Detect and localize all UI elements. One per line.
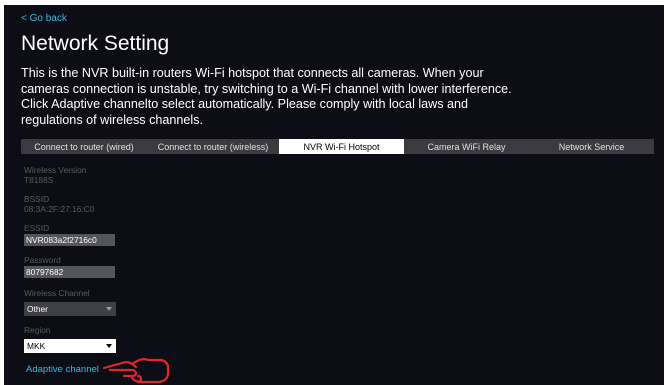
wireless-version-label: Wireless Version: [24, 165, 87, 175]
go-back-link[interactable]: < Go back: [21, 13, 67, 24]
chevron-down-icon: [106, 344, 112, 348]
tab-connect-wired[interactable]: Connect to router (wired): [21, 139, 147, 154]
network-setting-screen: < Go back Network Setting This is the NV…: [4, 5, 664, 385]
bssid-field: BSSID 08:3A:2F:27:16:C0: [24, 194, 94, 214]
region-select[interactable]: MKK: [24, 339, 116, 353]
wireless-channel-label: Wireless Channel: [24, 288, 90, 298]
wireless-channel-value: Other: [27, 304, 48, 314]
bssid-label: BSSID: [24, 194, 50, 204]
essid-input[interactable]: NVR083a2f2716c0: [24, 234, 115, 246]
wireless-channel-select[interactable]: Other: [24, 302, 116, 316]
region-value: MKK: [27, 341, 46, 351]
chevron-down-icon: [106, 307, 112, 311]
region-label: Region: [24, 325, 51, 335]
tab-nvr-wifi-hotspot[interactable]: NVR Wi-Fi Hotspot: [279, 139, 404, 154]
tab-connect-wireless[interactable]: Connect to router (wireless): [147, 139, 279, 154]
page-title: Network Setting: [21, 32, 170, 55]
adaptive-channel-button[interactable]: Adaptive channel: [26, 364, 99, 375]
wireless-version-value: T8188S: [24, 175, 54, 185]
pointing-hand-icon: [102, 358, 170, 384]
tab-camera-wifi-relay[interactable]: Camera WiFi Relay: [404, 139, 529, 154]
bssid-value: 08:3A:2F:27:16:C0: [24, 204, 95, 214]
page-description: This is the NVR built-in routers Wi-Fi h…: [21, 66, 512, 127]
password-label: Password: [24, 255, 61, 265]
tab-bar: Connect to router (wired) Connect to rou…: [21, 139, 654, 154]
wireless-version-field: Wireless Version T8188S: [24, 165, 86, 185]
tab-network-service[interactable]: Network Service: [529, 139, 654, 154]
password-input[interactable]: 80797682: [24, 266, 115, 278]
essid-label: ESSID: [24, 223, 50, 233]
